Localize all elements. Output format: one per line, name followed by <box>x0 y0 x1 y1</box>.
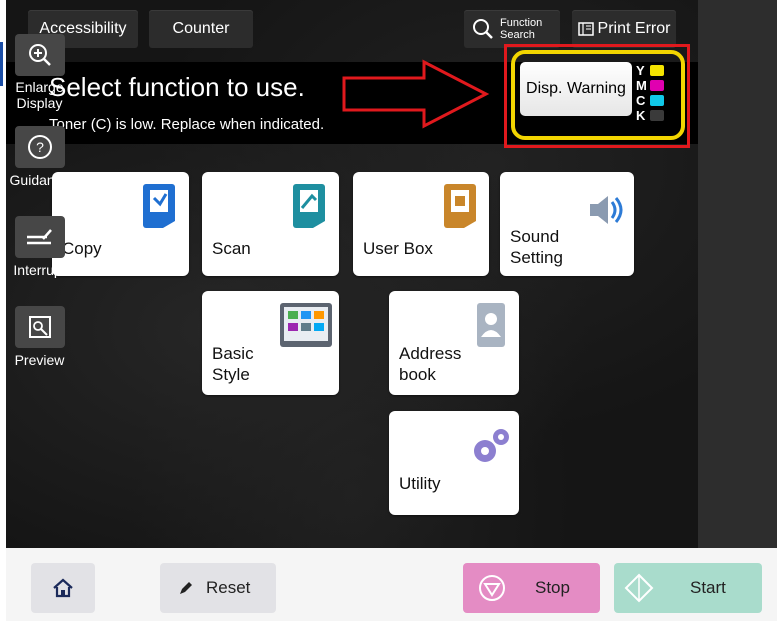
toner-row-y: Y <box>636 63 672 78</box>
enlarge-label-1: Enlarge <box>15 79 64 95</box>
utility-label: Utility <box>399 474 441 493</box>
address-book-label-1: Address <box>399 344 462 363</box>
preview-icon <box>28 316 51 338</box>
stop-button[interactable]: Stop <box>463 563 600 613</box>
guidance-button-face: ? <box>14 126 65 168</box>
reset-button[interactable]: Reset <box>160 563 276 613</box>
pencil-icon <box>180 582 192 594</box>
stop-label: Stop <box>535 578 570 597</box>
search-icon <box>472 18 494 40</box>
interrupt-button-face <box>14 216 65 258</box>
reset-label: Reset <box>206 578 251 597</box>
function-search-label-2: Search <box>500 29 535 41</box>
page-title: Select function to use. <box>49 72 305 102</box>
counter-button[interactable]: Counter <box>149 10 253 48</box>
print-error-label: Print Error <box>597 20 671 37</box>
basic-style-label-2: Style <box>212 365 250 384</box>
start-icon <box>624 573 654 603</box>
disp-warning-label: Disp. Warning <box>526 80 626 97</box>
enlarge-display-button[interactable]: Enlarge Display <box>0 34 79 111</box>
disp-warning-button[interactable]: Disp. Warning <box>520 62 632 116</box>
user-box-icon <box>444 184 476 228</box>
guidance-label: Guidance <box>9 172 70 188</box>
toner-row-c: C <box>636 93 672 108</box>
toner-swatch-m <box>650 80 664 91</box>
sound-setting-label: Sound Setting <box>510 226 563 268</box>
sound-setting-tile[interactable]: Sound Setting <box>500 172 634 276</box>
gears-icon <box>474 429 509 462</box>
user-box-label: User Box <box>363 239 433 258</box>
basic-style-label-1: Basic <box>212 344 254 363</box>
address-book-label: Address book <box>399 343 461 385</box>
toner-row-k: K <box>636 108 672 123</box>
toner-letter-y: Y <box>636 63 645 78</box>
toner-swatch-k <box>650 110 664 121</box>
svg-text:?: ? <box>36 139 44 155</box>
start-label: Start <box>690 578 726 597</box>
function-search-button[interactable]: Function Search <box>464 10 560 48</box>
preview-label: Preview <box>14 352 65 368</box>
sound-setting-label-1: Sound <box>510 227 560 246</box>
print-error-icon <box>577 21 594 37</box>
home-button[interactable] <box>31 563 95 613</box>
help-icon: ? <box>27 135 52 159</box>
toner-level-indicator: Y M C K <box>636 63 672 123</box>
guidance-button[interactable]: ? Guidance <box>0 126 79 188</box>
right-sidebar <box>698 0 777 548</box>
toner-letter-k: K <box>636 108 646 123</box>
basic-style-label: Basic Style <box>212 343 254 385</box>
red-arrow-annotation <box>342 59 490 129</box>
scan-label: Scan <box>212 239 251 258</box>
stop-icon <box>479 575 505 601</box>
speaker-icon <box>590 196 623 224</box>
user-box-tile[interactable]: User Box <box>353 172 489 276</box>
copy-icon <box>143 184 175 228</box>
toner-swatch-y <box>650 65 664 76</box>
address-book-tile[interactable]: Address book <box>389 291 519 395</box>
preview-button[interactable]: Preview <box>0 306 79 368</box>
enlarge-button-face <box>14 34 65 76</box>
sound-setting-label-2: Setting <box>510 248 563 267</box>
start-button[interactable]: Start <box>614 563 762 613</box>
basic-style-icon <box>280 303 332 347</box>
scan-icon <box>293 184 325 228</box>
enlarge-label-2: Display <box>16 95 63 111</box>
toner-row-m: M <box>636 78 672 93</box>
toner-status-message: Toner (C) is low. Replace when indicated… <box>49 116 325 133</box>
counter-label: Counter <box>172 20 230 37</box>
utility-tile[interactable]: Utility <box>389 411 519 515</box>
toner-swatch-c <box>650 95 664 106</box>
preview-button-face <box>14 306 65 348</box>
print-error-button[interactable]: Print Error <box>572 10 676 48</box>
scan-tile[interactable]: Scan <box>202 172 339 276</box>
toner-letter-c: C <box>636 93 646 108</box>
toner-letter-m: M <box>636 78 647 93</box>
interrupt-label: Interrupt <box>13 262 66 278</box>
address-book-icon <box>477 303 505 347</box>
address-book-label-2: book <box>399 365 436 384</box>
basic-style-tile[interactable]: Basic Style <box>202 291 339 395</box>
interrupt-icon <box>26 229 52 245</box>
zoom-in-icon <box>28 44 51 66</box>
function-search-label-1: Function <box>500 17 543 29</box>
home-icon <box>53 578 73 598</box>
interrupt-button[interactable]: Interrupt <box>0 216 79 278</box>
